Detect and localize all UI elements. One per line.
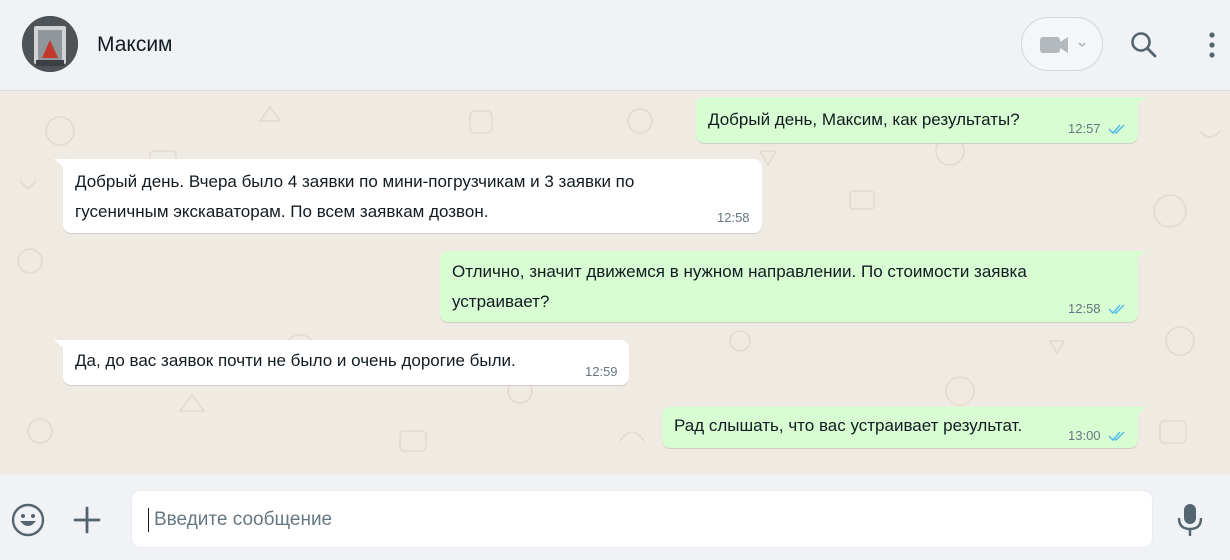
bubble-tail	[1132, 251, 1146, 263]
microphone-icon	[1177, 504, 1203, 536]
video-call-button[interactable]	[1021, 17, 1103, 71]
message-list[interactable]: Добрый день, Максим, как результаты? 12:…	[0, 91, 1230, 475]
message-incoming[interactable]: Добрый день. Вчера было 4 заявки по мини…	[54, 159, 762, 233]
emoji-icon	[11, 503, 45, 537]
message-text: Рад слышать, что вас устраивает результа…	[674, 416, 1023, 435]
message-time: 12:59	[585, 364, 618, 379]
text-caret	[148, 508, 149, 532]
message-time: 12:57	[1068, 121, 1101, 136]
message-outgoing[interactable]: Рад слышать, что вас устраивает результа…	[662, 407, 1146, 448]
message-text: гусеничным экскаваторам. По всем заявкам…	[75, 202, 489, 221]
bubble-tail	[54, 159, 68, 171]
message-text: Отлично, значит движемся в нужном направ…	[452, 262, 1027, 281]
double-check-icon	[1108, 304, 1125, 315]
message-time: 13:00	[1068, 428, 1101, 443]
chat-header: Максим	[0, 0, 1230, 91]
search-button[interactable]	[1129, 29, 1159, 61]
plus-icon	[73, 506, 101, 534]
composer-bar: Введите сообщение	[0, 475, 1230, 560]
double-check-icon	[1108, 124, 1125, 135]
message-input-placeholder: Введите сообщение	[154, 509, 333, 530]
video-call-icon	[1040, 37, 1086, 53]
message-outgoing[interactable]: Отлично, значит движемся в нужном направ…	[440, 251, 1146, 322]
voice-message-button[interactable]	[1175, 502, 1205, 538]
message-time: 12:58	[1068, 301, 1101, 316]
bubble-tail	[1132, 407, 1146, 419]
message-text: Добрый день. Вчера было 4 заявки по мини…	[75, 172, 635, 191]
chevron-down-icon	[1078, 42, 1086, 48]
double-check-icon	[1108, 431, 1125, 442]
menu-button[interactable]	[1203, 28, 1221, 62]
menu-icon	[1209, 32, 1215, 58]
attach-button[interactable]	[72, 505, 102, 535]
avatar[interactable]	[22, 16, 78, 72]
message-text: Добрый день, Максим, как результаты?	[708, 110, 1020, 129]
avatar-image	[22, 16, 78, 72]
bubble-tail	[54, 340, 68, 352]
message-time: 12:58	[717, 210, 750, 225]
message-input[interactable]: Введите сообщение	[131, 490, 1153, 548]
message-incoming[interactable]: Да, до вас заявок почти не было и очень …	[54, 340, 629, 385]
contact-name[interactable]: Максим	[97, 33, 173, 57]
bubble-tail	[1132, 97, 1146, 109]
message-text: устраивает?	[452, 292, 550, 311]
search-icon	[1131, 32, 1157, 58]
message-outgoing[interactable]: Добрый день, Максим, как результаты? 12:…	[696, 97, 1146, 143]
message-text: Да, до вас заявок почти не было и очень …	[75, 351, 516, 370]
emoji-button[interactable]	[10, 502, 46, 538]
